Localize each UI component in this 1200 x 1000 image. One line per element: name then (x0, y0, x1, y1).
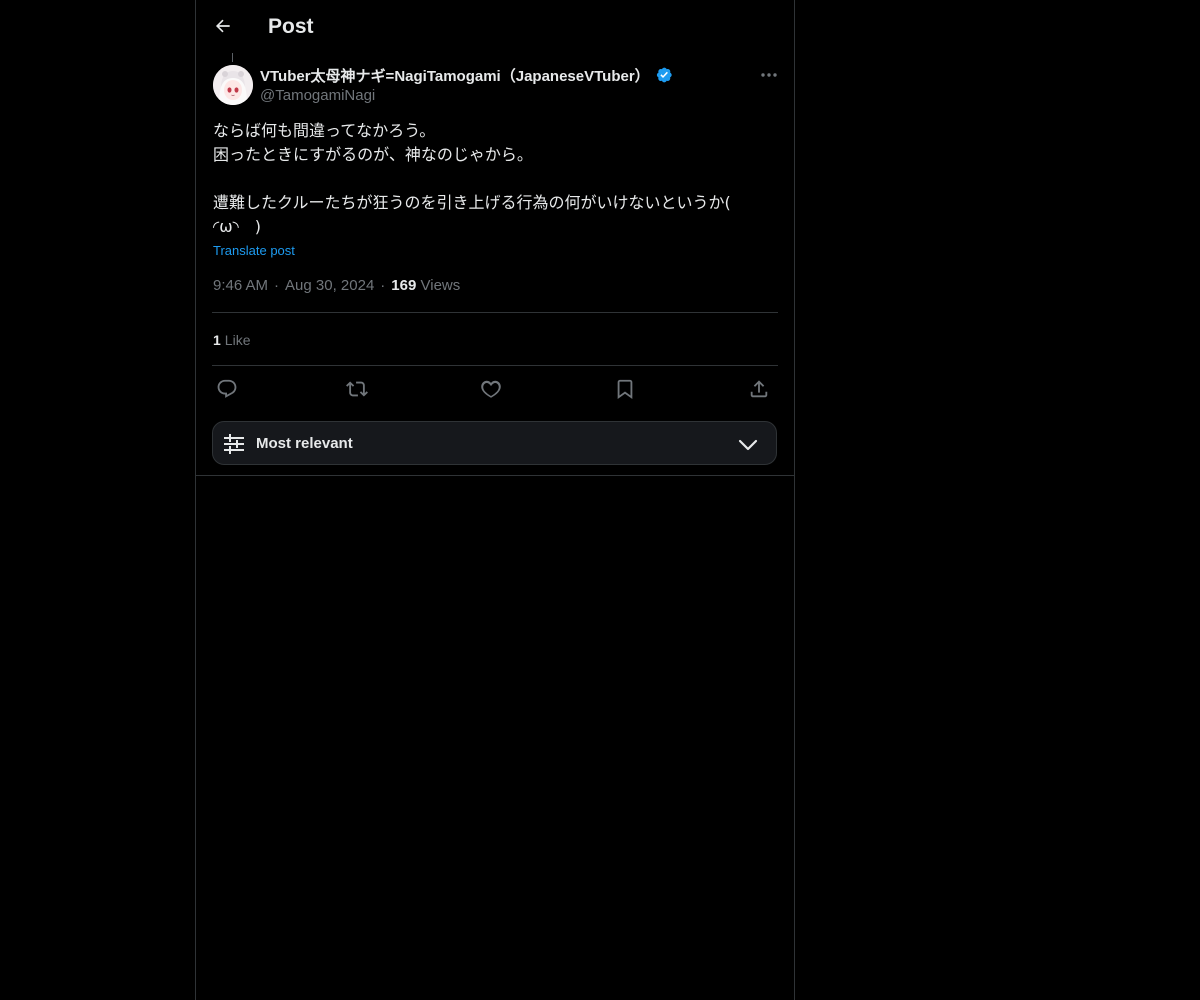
translate-post-link[interactable]: Translate post (213, 242, 295, 260)
sort-label: Most relevant (256, 435, 353, 452)
separator-dot: · (274, 277, 280, 294)
post-text-blank-line: ​ (213, 167, 779, 191)
page-header: Post (196, 0, 794, 53)
avatar[interactable] (213, 65, 253, 105)
repost-button[interactable] (342, 376, 372, 402)
reply-icon (216, 378, 238, 400)
chevron-down-icon (737, 434, 759, 456)
post-actions (212, 376, 782, 402)
post-text-line: 遭難したクルーたちが狂うのを引き上げる行為の何がいけないというか( (213, 193, 731, 212)
more-dots-icon (761, 73, 777, 77)
page-title: Post (268, 15, 314, 38)
share-icon (748, 378, 770, 400)
primary-column: Post VTuber太母神ナギ=NagiTamogami（JapaneseVT… (195, 0, 795, 1000)
share-button[interactable] (744, 376, 774, 402)
likes-count: 1 (213, 332, 221, 348)
author-handle[interactable]: @TamogamiNagi (260, 86, 375, 106)
more-options-button[interactable] (756, 64, 782, 86)
likes-label: Like (224, 332, 251, 348)
post-text-line: ◜ω◝ ) (213, 217, 262, 236)
author-name[interactable]: VTuber太母神ナギ=NagiTamogami（JapaneseVTuber） (260, 65, 650, 86)
reply-button[interactable] (212, 376, 242, 402)
arrow-left-icon (213, 16, 233, 36)
sliders-icon (223, 433, 245, 455)
divider (212, 365, 778, 366)
post-text-line: 困ったときにすがるのが、神なのじゃから。 (213, 145, 533, 164)
verified-badge-icon[interactable] (655, 66, 673, 84)
back-button[interactable] (208, 11, 238, 41)
bookmark-button[interactable] (610, 376, 640, 402)
views-count: 169 (391, 277, 417, 294)
post-text-line: ならば何も間違ってなかろう。 (213, 121, 436, 140)
heart-icon (480, 378, 502, 400)
post-meta: 9:46 AM · Aug 30, 2024 · 169 Views (213, 276, 460, 296)
repost-icon (346, 378, 368, 400)
reply-sort-dropdown[interactable]: Most relevant (212, 421, 777, 465)
thread-connector (232, 53, 233, 62)
divider (212, 312, 778, 313)
section-divider (196, 475, 794, 476)
post-date[interactable]: Aug 30, 2024 (285, 277, 374, 294)
separator-dot: · (380, 277, 386, 294)
views-label: Views (420, 277, 461, 294)
post-time[interactable]: 9:46 AM (213, 277, 268, 294)
like-button[interactable] (476, 376, 506, 402)
bookmark-icon (614, 378, 636, 400)
likes-link[interactable]: 1 Like (213, 330, 250, 350)
author-name-row: VTuber太母神ナギ=NagiTamogami（JapaneseVTuber） (260, 64, 673, 86)
post-text: ならば何も間違ってなかろう。 困ったときにすがるのが、神なのじゃから。 ​ 遭難… (213, 119, 779, 239)
